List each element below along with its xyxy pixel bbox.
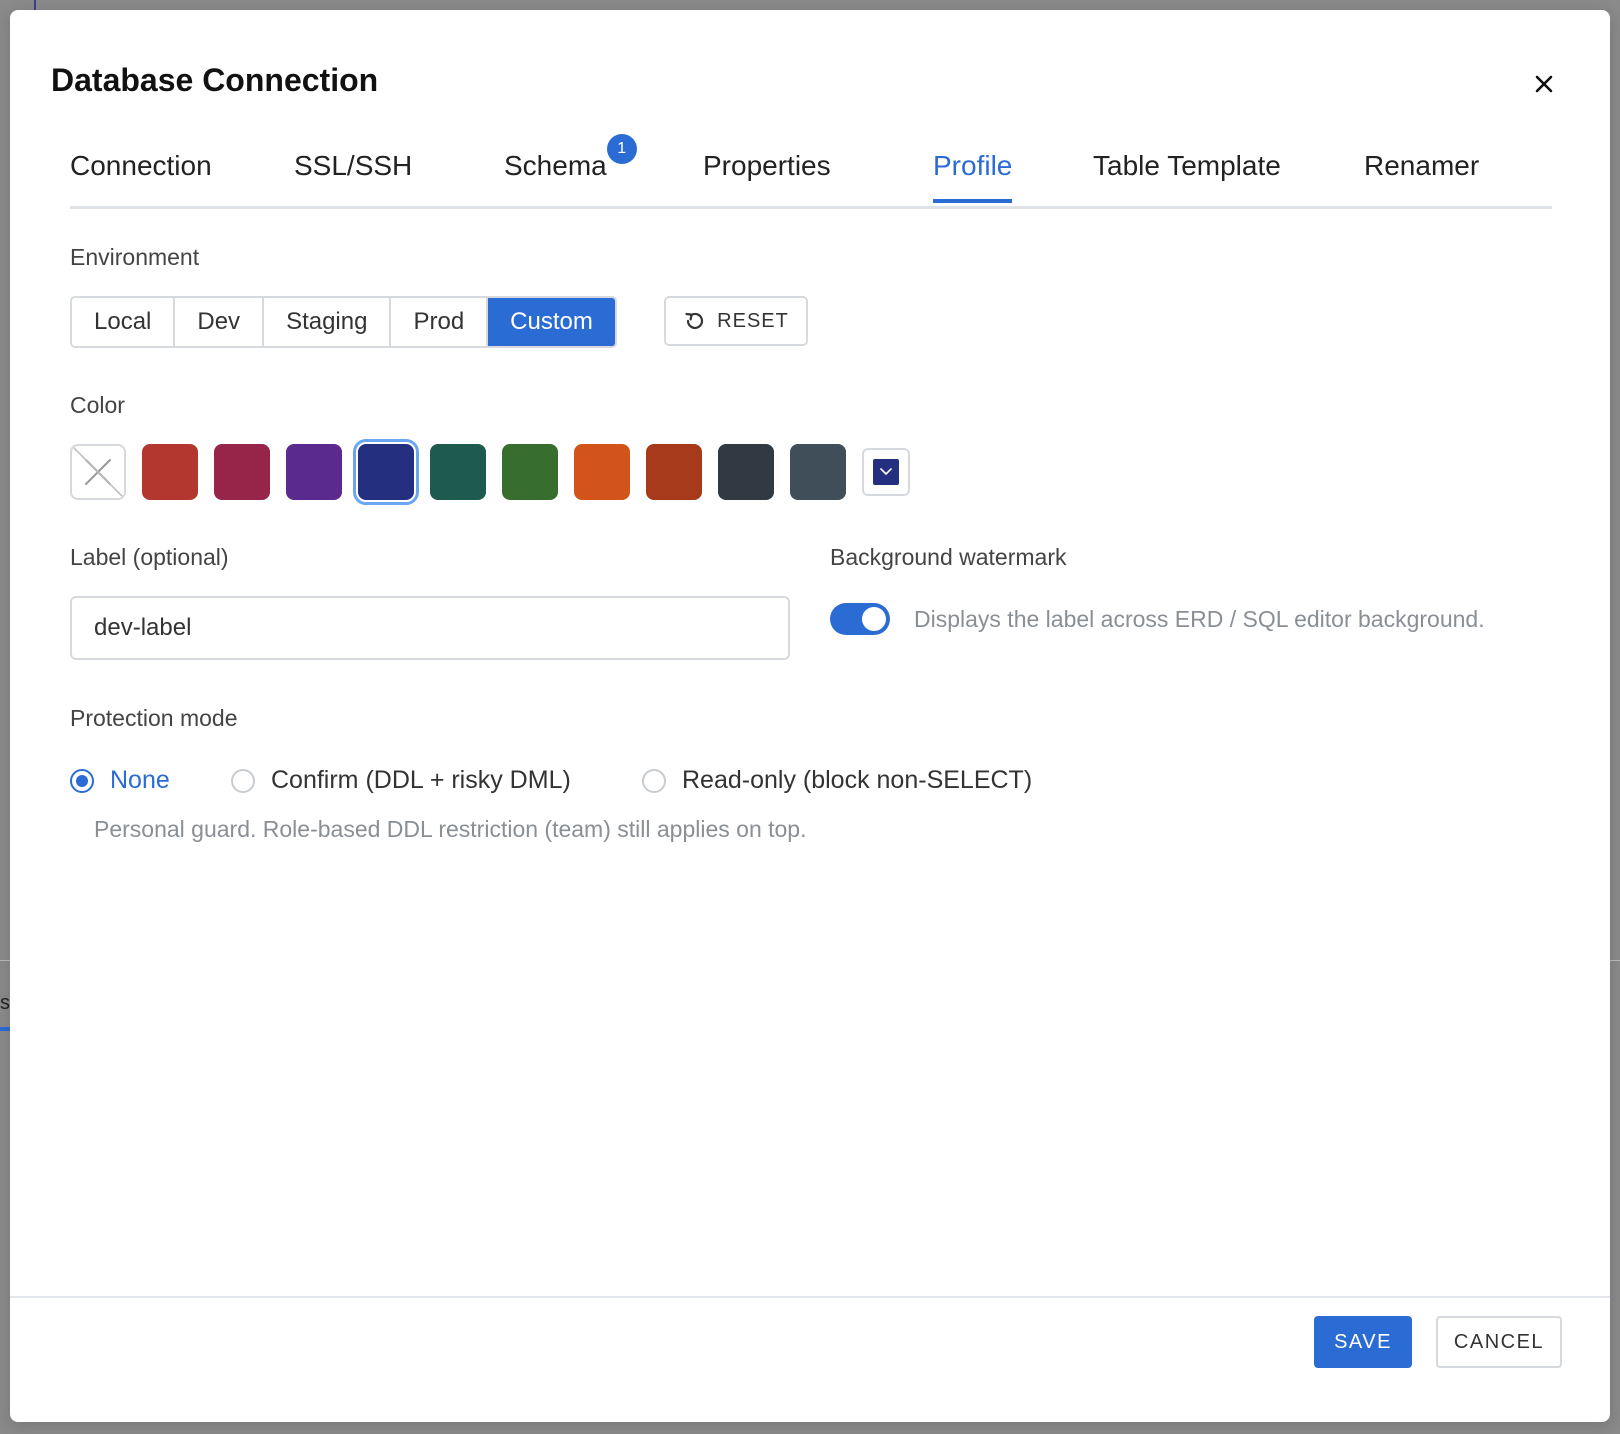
color-label: Color [70, 392, 125, 418]
tab-label: Properties [703, 150, 831, 181]
save-button[interactable]: SAVE [1314, 1316, 1412, 1368]
schema-count-badge: 1 [606, 134, 637, 164]
tab-label: Schema [504, 150, 607, 181]
tab-table-template[interactable]: Table Template [1093, 150, 1281, 200]
protection-hint: Personal guard. Role-based DDL restricti… [94, 816, 807, 842]
watermark-label: Background watermark [830, 544, 1067, 570]
radio-label: Confirm (DDL + risky DML) [271, 766, 571, 794]
footer-divider [10, 1296, 1610, 1298]
env-option-staging[interactable]: Staging [264, 298, 392, 346]
tab-ssl-ssh[interactable]: SSL/SSH [294, 150, 412, 200]
color-swatch-navy[interactable] [353, 439, 419, 505]
color-swatch-teal[interactable] [430, 444, 486, 500]
tab-label: SSL/SSH [294, 150, 413, 181]
watermark-toggle[interactable] [830, 603, 890, 635]
env-option-custom[interactable]: Custom [488, 298, 615, 346]
protection-mode-label: Protection mode [70, 705, 238, 731]
tab-renamer[interactable]: Renamer [1364, 150, 1479, 200]
close-icon [1535, 75, 1553, 93]
tab-bar: Connection SSL/SSH Schema 1 Properties P… [70, 134, 1552, 209]
color-swatch-purple[interactable] [286, 444, 342, 500]
tab-profile[interactable]: Profile [933, 150, 1013, 203]
background-tab-indicator [0, 1027, 10, 1031]
background-text-fragment: s [0, 992, 10, 1014]
database-connection-dialog: Database Connection Connection SSL/SSH S… [10, 10, 1610, 1422]
label-field-label: Label (optional) [70, 544, 229, 570]
env-option-prod[interactable]: Prod [391, 298, 489, 346]
radio-label: Read-only (block non-SELECT) [682, 766, 1033, 794]
label-input[interactable] [70, 596, 790, 660]
reset-button[interactable]: RESET [664, 296, 808, 346]
protection-option-read-only[interactable]: Read-only (block non-SELECT) [642, 766, 1032, 795]
tab-label: Table Template [1093, 150, 1281, 181]
custom-color-preview [873, 459, 899, 485]
environment-label: Environment [70, 244, 200, 270]
protection-option-confirm[interactable]: Confirm (DDL + risky DML) [231, 766, 571, 795]
color-swatches [70, 439, 910, 505]
env-option-local[interactable]: Local [72, 298, 176, 346]
tab-label: Connection [70, 150, 212, 181]
no-color-icon [72, 446, 124, 498]
dialog-title: Database Connection [51, 62, 379, 98]
reset-icon [685, 312, 704, 330]
color-swatch-charcoal[interactable] [718, 444, 774, 500]
radio-button [70, 768, 94, 793]
tab-label: Profile [933, 150, 1013, 181]
tab-connection[interactable]: Connection [70, 150, 212, 200]
color-swatch-slate[interactable] [790, 444, 846, 500]
environment-selector: Local Dev Staging Prod Custom [70, 296, 617, 348]
chevron-down-icon [880, 468, 892, 475]
cancel-button[interactable]: CANCEL [1436, 1316, 1562, 1368]
watermark-description: Displays the label across ERD / SQL edit… [914, 606, 1485, 632]
close-button[interactable] [1526, 66, 1562, 102]
radio-button [231, 768, 255, 793]
tab-schema[interactable]: Schema 1 [504, 134, 637, 200]
color-swatch-crimson[interactable] [214, 444, 270, 500]
color-swatch-rust[interactable] [646, 444, 702, 500]
custom-color-picker[interactable] [862, 448, 910, 496]
env-option-dev[interactable]: Dev [175, 298, 265, 346]
radio-label: None [110, 766, 170, 794]
reset-label: RESET [717, 309, 789, 332]
radio-button [642, 768, 666, 793]
toggle-knob [862, 607, 886, 631]
color-swatch-orange[interactable] [574, 444, 630, 500]
tab-label: Renamer [1364, 150, 1480, 181]
tab-properties[interactable]: Properties [703, 150, 831, 200]
color-swatch-red[interactable] [142, 444, 198, 500]
protection-option-none[interactable]: None [70, 766, 170, 795]
color-swatch-none[interactable] [70, 444, 126, 500]
color-swatch-green[interactable] [502, 444, 558, 500]
